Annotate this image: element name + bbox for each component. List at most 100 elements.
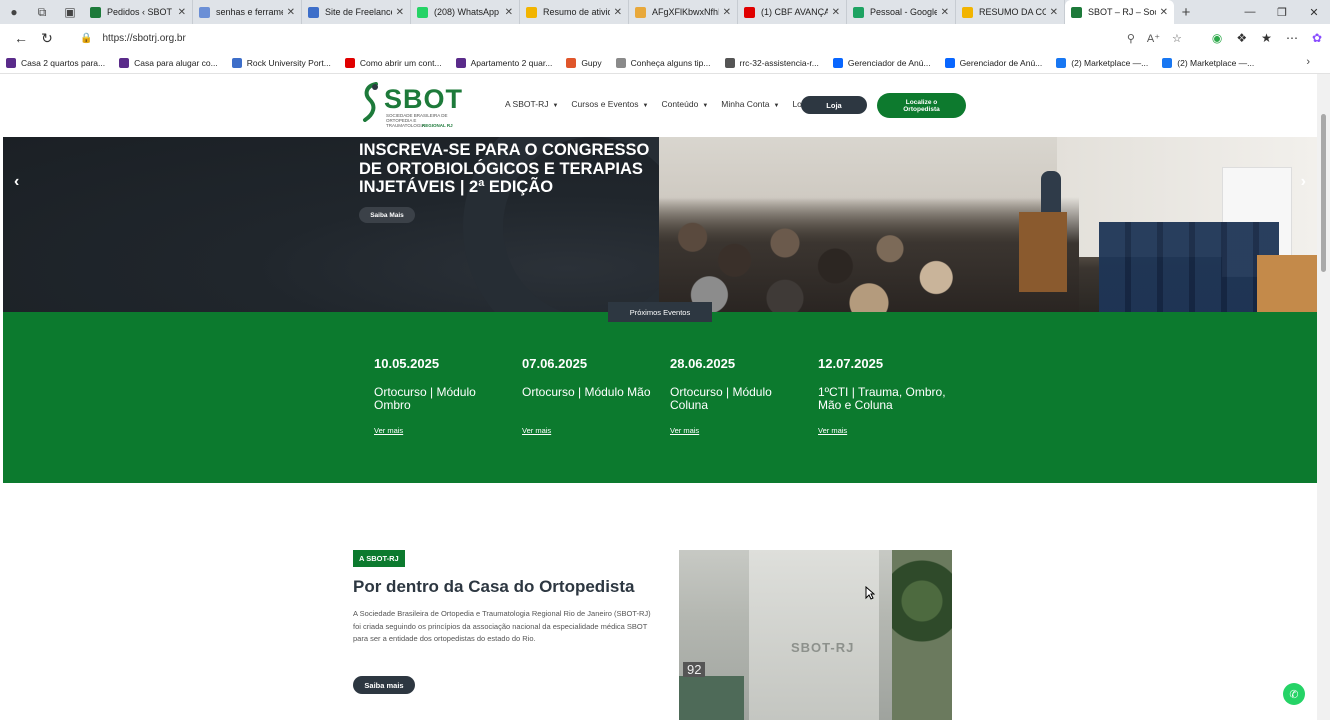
lock-icon: 🔒: [80, 32, 93, 44]
bookmark-item[interactable]: Rock University Port...: [231, 57, 331, 68]
bookmark-item[interactable]: Apartamento 2 quar...: [455, 57, 553, 68]
tab-close-icon[interactable]: ✕: [941, 7, 949, 18]
hero-photo: [659, 137, 1317, 312]
events-section: Próximos Eventos 10.05.2025 Ortocurso | M…: [3, 302, 1317, 483]
about-title: Por dentro da Casa do Ortopedista: [353, 577, 635, 596]
tab-label: (208) WhatsApp: [434, 7, 500, 17]
hero-saiba-mais-button[interactable]: Saiba Mais: [359, 207, 415, 223]
bookmark-item[interactable]: Gupy: [566, 57, 602, 68]
copilot-icon[interactable]: ✿: [1312, 31, 1322, 45]
tab-close-icon[interactable]: ✕: [396, 7, 404, 18]
bookmark-item[interactable]: Gerenciador de Anú...: [944, 57, 1042, 68]
building-sign: SBOT-RJ: [791, 640, 855, 655]
event-ver-mais-link[interactable]: Ver mais: [374, 426, 403, 435]
chevron-down-icon: ▼: [773, 103, 780, 109]
favorite-star-icon[interactable]: ☆: [1172, 32, 1182, 45]
events-tab[interactable]: Próximos Eventos: [608, 302, 712, 322]
bookmark-item[interactable]: Casa para alugar co...: [119, 57, 218, 68]
zoom-icon[interactable]: ⚲: [1127, 32, 1135, 45]
browser-tab[interactable]: senhas e ferramen ✕: [193, 0, 302, 24]
bookmark-item[interactable]: rrc-32-assistencia-r...: [724, 57, 819, 68]
tab-close-icon[interactable]: ✕: [505, 7, 513, 18]
nav-item[interactable]: Cursos e Eventos ▼: [571, 99, 648, 109]
more-menu-icon[interactable]: ⋯: [1286, 31, 1298, 45]
favorites-icon[interactable]: ★: [1261, 31, 1272, 45]
event-ver-mais-link[interactable]: Ver mais: [522, 426, 551, 435]
tab-favicon-icon: [635, 6, 646, 18]
tab-close-icon[interactable]: ✕: [287, 7, 295, 18]
new-tab-button[interactable]: +: [1174, 0, 1198, 24]
localize-ortopedista-button[interactable]: Localize o Ortopedista: [877, 93, 966, 118]
scrollbar-thumb[interactable]: [1321, 114, 1326, 272]
bookmark-item[interactable]: (2) Marketplace —...: [1162, 57, 1254, 68]
nav-item[interactable]: A SBOT-RJ ▼: [505, 99, 558, 109]
event-ver-mais-link[interactable]: Ver mais: [818, 426, 847, 435]
chevron-right-icon[interactable]: ›: [1306, 56, 1310, 68]
site-header: SBOT SOCIEDADE BRASILEIRA DE ORTOPEDIA E…: [0, 74, 1317, 137]
browser-tab[interactable]: AFgXFlKbwxNfhID ✕: [629, 0, 738, 24]
tab-favicon-icon: [962, 6, 973, 18]
browser-tab[interactable]: Site de Freelancer ✕: [302, 0, 411, 24]
nav-item-label: Cursos e Eventos: [571, 99, 639, 109]
extension-icon[interactable]: ◉: [1212, 31, 1222, 45]
sbot-mark-icon: [363, 82, 378, 122]
minimize-icon[interactable]: —: [1234, 0, 1266, 24]
tab-close-icon[interactable]: ✕: [832, 7, 840, 18]
tab-favicon-icon: [1071, 6, 1082, 18]
nav-item-label: A SBOT-RJ: [505, 99, 549, 109]
scrollbar[interactable]: [1317, 74, 1330, 720]
browser-tab[interactable]: Pessoal - Google D ✕: [847, 0, 956, 24]
bookmark-favicon-icon: [119, 57, 130, 68]
url-field[interactable]: 🔒 https://sbotrj.org.br ⚲ A⁺ ☆: [70, 27, 1206, 49]
hero-title: INSCREVA-SE PARA O CONGRESSO DE ORTOBIOL…: [359, 141, 650, 196]
tab-close-icon[interactable]: ✕: [723, 7, 731, 18]
browser-tab[interactable]: (208) WhatsApp ✕: [411, 0, 520, 24]
browser-tab[interactable]: Resumo de ativida ✕: [520, 0, 629, 24]
mouse-cursor-icon: [865, 586, 875, 600]
browser-tab[interactable]: RESUMO DA COM ✕: [956, 0, 1065, 24]
extensions-puzzle-icon[interactable]: ❖: [1236, 31, 1247, 45]
bookmark-label: Apartamento 2 quar...: [470, 57, 553, 68]
bookmark-favicon-icon: [455, 57, 466, 68]
event-ver-mais-link[interactable]: Ver mais: [670, 426, 699, 435]
tab-close-icon[interactable]: ✕: [178, 7, 186, 18]
event-name: 1ºCTI | Trauma, Ombro, Mão e Coluna: [818, 385, 946, 412]
tab-close-icon[interactable]: ✕: [1050, 7, 1058, 18]
bookmark-favicon-icon: [832, 57, 843, 68]
browser-tab-bar: ● ⧉ ▣ Pedidos ‹ SBOT – F✕senhas e ferram…: [0, 0, 1330, 24]
slider-next-icon[interactable]: ›: [1301, 173, 1306, 191]
profile-icon[interactable]: ●: [0, 0, 28, 24]
event-name: Ortocurso | Módulo Mão: [522, 385, 651, 399]
browser-tab[interactable]: Pedidos ‹ SBOT – F ✕: [84, 0, 193, 24]
nav-item[interactable]: Conteúdo ▼: [661, 99, 708, 109]
tab-favicon-icon: [417, 6, 428, 18]
bookmark-item[interactable]: Conheça alguns tip...: [615, 57, 711, 68]
bookmark-item[interactable]: Gerenciador de Anú...: [832, 57, 931, 68]
close-window-icon[interactable]: ✕: [1298, 0, 1330, 24]
bookmark-item[interactable]: Casa 2 quartos para...: [6, 57, 106, 68]
back-icon[interactable]: ←: [8, 26, 34, 50]
bookmark-label: Casa 2 quartos para...: [21, 57, 106, 68]
sbot-logo[interactable]: SBOT SOCIEDADE BRASILEIRA DE ORTOPEDIA E…: [362, 82, 462, 130]
slider-prev-icon[interactable]: ‹: [14, 173, 19, 191]
tab-close-icon[interactable]: ✕: [614, 7, 622, 18]
tab-list: Pedidos ‹ SBOT – F✕senhas e ferramen✕Sit…: [84, 0, 1174, 24]
tab-favicon-icon: [853, 6, 864, 18]
bookmark-item[interactable]: (2) Marketplace —...: [1056, 57, 1148, 68]
browser-tab[interactable]: SBOT – RJ – Socie ✕: [1065, 0, 1174, 24]
tab-close-icon[interactable]: ✕: [1160, 7, 1168, 18]
workspaces-icon[interactable]: ⧉: [28, 0, 56, 24]
refresh-icon[interactable]: ↻: [34, 26, 60, 50]
nav-item[interactable]: Minha Conta ▼: [721, 99, 779, 109]
restore-icon[interactable]: ❐: [1266, 0, 1298, 24]
read-aloud-icon[interactable]: A⁺: [1147, 32, 1160, 45]
bookmark-item[interactable]: Como abrir um cont...: [344, 57, 442, 68]
tab-actions-icon[interactable]: ▣: [56, 0, 84, 24]
building-photo: 92 SBOT-RJ: [679, 550, 952, 720]
about-saiba-mais-button[interactable]: Saiba mais: [353, 676, 415, 694]
tab-label: Site de Freelancer: [325, 7, 392, 17]
whatsapp-icon[interactable]: ✆: [1283, 683, 1305, 705]
bookmark-favicon-icon: [724, 57, 735, 68]
browser-tab[interactable]: (1) CBF AVANÇA E ✕: [738, 0, 847, 24]
loja-button[interactable]: Loja: [801, 96, 867, 114]
